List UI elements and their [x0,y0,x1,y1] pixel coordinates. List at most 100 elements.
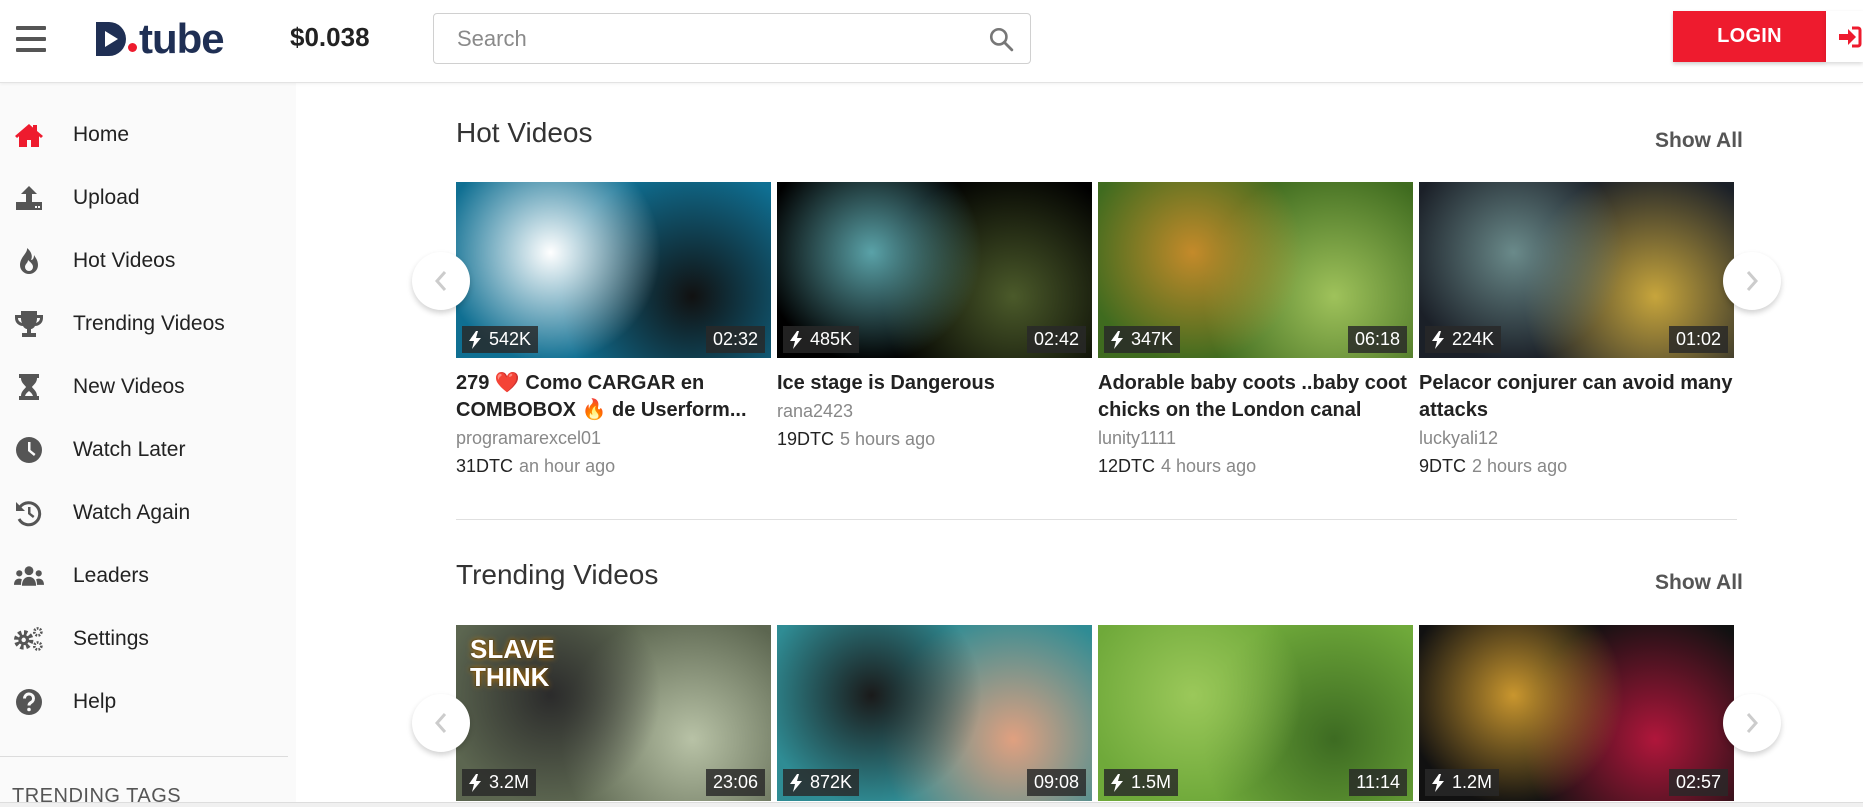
views-badge: 347K [1104,326,1181,353]
video-thumbnail[interactable]: 347K 06:18 [1098,182,1413,358]
views-badge: 3.2M [462,769,537,796]
carousel-next-button[interactable] [1723,252,1781,310]
video-card[interactable]: 872K 09:08 [777,625,1092,801]
carousel-prev-button[interactable] [412,694,470,752]
video-title[interactable]: Pelacor conjurer can avoid many attacks [1419,370,1734,424]
duration-badge: 02:57 [1668,769,1728,796]
bolt-icon [1432,773,1444,792]
section-title-hot-videos: Hot Videos [456,117,593,148]
sidebar-item-label: Trending Videos [73,312,225,335]
carousel-prev-button[interactable] [412,252,470,310]
sidebar-item-label: Watch Again [73,501,191,524]
video-thumbnail[interactable]: 542K 02:32 [456,182,771,358]
views-badge: 542K [462,326,539,353]
views-count: 3.2M [489,772,530,792]
video-thumbnail[interactable]: SLAVE THINK 3.2M 23:06 [456,625,771,801]
sidebar-item-label: New Videos [73,375,185,398]
video-age: 5 hours ago [840,429,936,449]
video-author[interactable]: programarexcel01 [456,424,771,452]
sidebar-item-hot-videos[interactable]: Hot Videos [0,233,296,289]
login-icon-button[interactable] [1826,11,1863,62]
video-card[interactable]: 485K 02:42 Ice stage is Dangerous rana2423 1… [777,182,1092,453]
users-icon [14,561,44,591]
sidebar-item-label: Watch Later [73,438,186,461]
video-thumbnail[interactable]: 224K 01:02 [1419,182,1734,358]
sidebar: Home Upload Hot Videos Trending Videos N… [0,83,296,807]
video-author[interactable]: luckyali12 [1419,424,1734,452]
duration-badge: 06:18 [1347,326,1407,353]
sidebar-item-watch-later[interactable]: Watch Later [0,422,296,478]
sidebar-item-watch-again[interactable]: Watch Again [0,485,296,541]
sidebar-item-upload[interactable]: Upload [0,170,296,226]
show-all-trending-videos[interactable]: Show All [1655,571,1743,595]
views-count: 542K [489,329,532,349]
duration-badge: 02:32 [705,326,765,353]
bolt-icon [790,773,802,792]
chevron-right-icon [1746,713,1759,733]
video-dtc: 19DTC [777,429,835,449]
search-icon[interactable] [988,26,1014,52]
video-meta: 19DTC 5 hours ago [777,425,1092,453]
carousel-next-button[interactable] [1723,694,1781,752]
bolt-icon [1111,330,1123,349]
video-age: 2 hours ago [1472,456,1568,476]
bolt-icon [790,330,802,349]
search-input[interactable] [434,14,954,63]
video-title[interactable]: 279 ❤️ Como CARGAR en COMBOBOX 🔥 de User… [456,370,771,424]
video-card[interactable]: 224K 01:02 Pelacor conjurer can avoid many… [1419,182,1734,480]
menu-hamburger-icon[interactable] [16,26,46,52]
views-count: 1.5M [1131,772,1172,792]
sidebar-item-label: Upload [73,186,140,209]
sidebar-item-help[interactable]: Help [0,674,296,730]
video-age: 4 hours ago [1161,456,1257,476]
hourglass-icon [14,372,44,402]
trophy-icon [14,309,44,339]
views-count: 485K [810,329,853,349]
duration-badge: 23:06 [705,769,765,796]
chevron-right-icon [1746,271,1759,291]
video-author[interactable]: rana2423 [777,397,1092,425]
sidebar-item-new-videos[interactable]: New Videos [0,359,296,415]
video-title[interactable]: Ice stage is Dangerous [777,370,1092,397]
video-thumbnail[interactable]: 872K 09:08 [777,625,1092,801]
video-age: an hour ago [519,456,616,476]
history-icon [14,498,44,528]
video-card[interactable]: 1.2M 02:57 [1419,625,1734,801]
bolt-icon [469,773,481,792]
home-icon [14,120,44,150]
logo-play-icon [96,22,126,56]
video-dtc: 9DTC [1419,456,1467,476]
sidebar-divider [0,756,288,757]
views-badge: 485K [783,326,860,353]
sidebar-item-home[interactable]: Home [0,107,296,163]
sidebar-item-trending-videos[interactable]: Trending Videos [0,296,296,352]
views-badge: 224K [1425,326,1502,353]
video-title[interactable]: Adorable baby coots ..baby coot chicks o… [1098,370,1413,424]
video-card[interactable]: SLAVE THINK 3.2M 23:06 [456,625,771,801]
views-count: 872K [810,772,853,792]
logo-dot [128,43,137,52]
video-card[interactable]: 347K 06:18 Adorable baby coots ..baby coot… [1098,182,1413,480]
views-count: 347K [1131,329,1174,349]
video-card[interactable]: 542K 02:32 279 ❤️ Como CARGAR en COMBOBOX … [456,182,771,480]
video-dtc: 12DTC [1098,456,1156,476]
views-badge: 1.2M [1425,769,1500,796]
login-button[interactable]: LOGIN [1673,11,1826,62]
sidebar-item-label: Leaders [73,564,149,587]
bolt-icon [1111,773,1123,792]
video-author[interactable]: lunity1111 [1098,424,1413,452]
video-thumbnail[interactable]: 1.5M 11:14 [1098,625,1413,801]
video-thumbnail[interactable]: 1.2M 02:57 [1419,625,1734,801]
video-meta: 31DTC an hour ago [456,452,771,480]
section-title-trending-videos: Trending Videos [456,559,659,590]
sidebar-item-settings[interactable]: Settings [0,611,296,667]
video-card[interactable]: 1.5M 11:14 [1098,625,1413,801]
dtube-logo[interactable]: tube [96,14,225,64]
sidebar-item-leaders[interactable]: Leaders [0,548,296,604]
video-thumbnail[interactable]: 485K 02:42 [777,182,1092,358]
chevron-left-icon [434,271,447,291]
sidebar-item-label: Home [73,123,130,146]
duration-badge: 01:02 [1668,326,1728,353]
show-all-hot-videos[interactable]: Show All [1655,129,1743,153]
views-badge: 872K [783,769,860,796]
